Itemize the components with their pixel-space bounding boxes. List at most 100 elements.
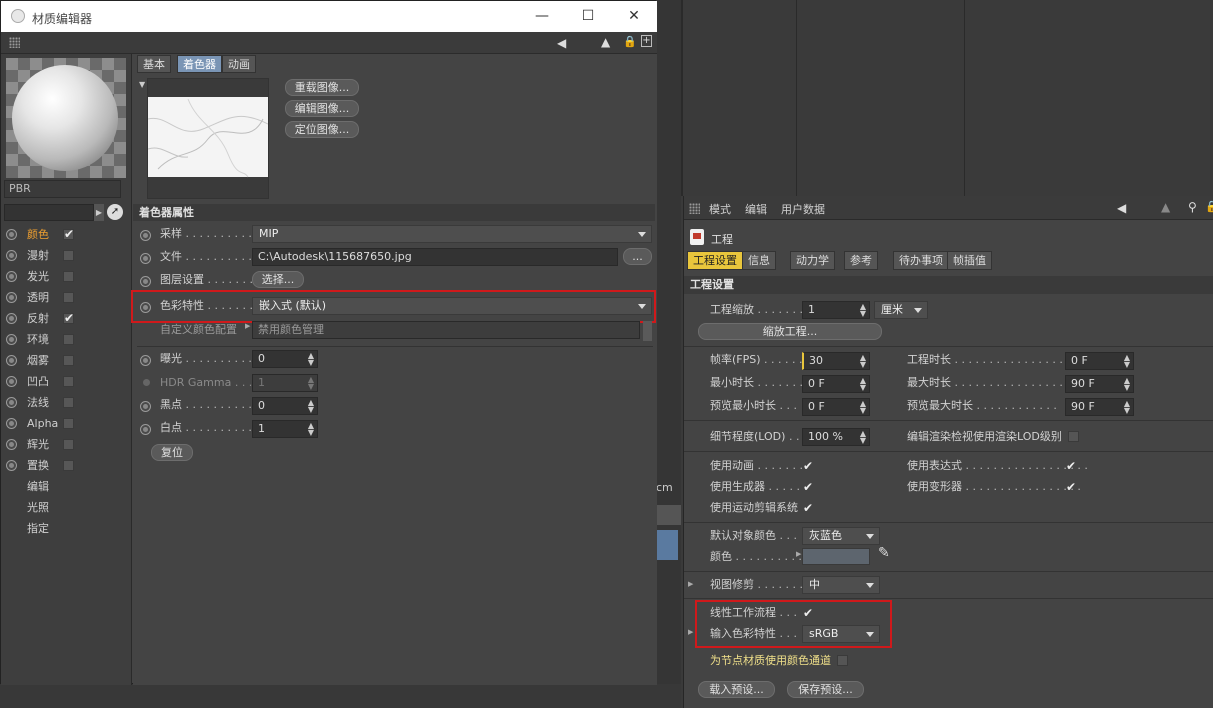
node-material-checkbox[interactable] [837, 655, 848, 666]
channel-item[interactable]: 置换 [1, 455, 132, 476]
file-radio[interactable] [140, 253, 151, 264]
use-gen-checkbox[interactable]: ✔ [803, 481, 815, 493]
channel-item[interactable]: 反射 ✔ [1, 308, 132, 329]
back-arrow-icon[interactable]: ◀ [557, 36, 566, 50]
preview-min-field[interactable]: 0 F ▲ ▼ [802, 398, 870, 416]
grip-icon[interactable] [689, 203, 700, 214]
channel-checkbox[interactable] [63, 397, 74, 408]
channel-item[interactable]: 漫射 [1, 245, 132, 266]
edit-image-button[interactable]: 编辑图像... [285, 100, 359, 117]
forward-icon[interactable]: ▲ [1161, 200, 1170, 214]
channel-item[interactable]: 烟雾 [1, 350, 132, 371]
menu-mode[interactable]: 模式 [709, 201, 731, 217]
layer-radio[interactable] [140, 276, 151, 287]
tab-project-settings[interactable]: 工程设置 [687, 251, 743, 270]
tab-todo[interactable]: 待办事项 [893, 251, 949, 270]
locate-image-button[interactable]: 定位图像... [285, 121, 359, 138]
material-name-field[interactable]: PBR [4, 180, 121, 198]
time-field[interactable]: 0 F ▲ ▼ [1065, 352, 1134, 370]
channel-radio[interactable] [6, 292, 17, 303]
channel-item[interactable]: 发光 [1, 266, 132, 287]
channel-radio[interactable] [6, 460, 17, 471]
white-point-radio[interactable] [140, 424, 151, 435]
hdr-radio[interactable] [143, 379, 150, 386]
expand-arrow-icon[interactable]: ▶ [688, 580, 693, 588]
channel-radio[interactable] [6, 439, 17, 450]
file-path-field[interactable]: C:\Autodesk\115687650.jpg [252, 248, 618, 266]
sampling-radio[interactable] [140, 230, 151, 241]
tab-frame-interp[interactable]: 帧插值 [947, 251, 992, 270]
file-browse-button[interactable]: ... [623, 248, 652, 265]
pick-cursor-icon[interactable]: ➚ [107, 204, 123, 220]
channel-checkbox[interactable] [63, 376, 74, 387]
lock-icon[interactable]: 🔒 [1205, 200, 1213, 213]
color-swatch[interactable] [802, 548, 870, 565]
channel-radio[interactable] [6, 313, 17, 324]
use-anim-checkbox[interactable]: ✔ [803, 460, 815, 472]
scale-field[interactable]: 1 ▲ ▼ [802, 301, 870, 319]
eyedropper-icon[interactable]: ✎ [878, 545, 890, 561]
exposure-field[interactable]: 0 ▲ ▼ [252, 350, 318, 368]
channel-item[interactable]: 光照 [1, 497, 132, 518]
min-time-field[interactable]: 0 F ▲ ▼ [802, 375, 870, 393]
tab-animation[interactable]: 动画 [222, 55, 256, 73]
expand-arrow-icon[interactable]: ▶ [688, 628, 693, 636]
channel-checkbox[interactable] [63, 439, 74, 450]
channel-checkbox[interactable] [63, 355, 74, 366]
expand-arrow-icon[interactable]: ▶ [796, 550, 801, 558]
tab-info[interactable]: 信息 [742, 251, 776, 270]
reload-image-button[interactable]: 重载图像... [285, 79, 359, 96]
channel-checkbox[interactable] [63, 271, 74, 282]
channel-item[interactable]: 辉光 [1, 434, 132, 455]
search-icon[interactable]: ⚲ [1188, 200, 1197, 214]
channel-item[interactable]: 透明 [1, 287, 132, 308]
use-expr-checkbox[interactable]: ✔ [1066, 460, 1078, 472]
channel-radio[interactable] [6, 397, 17, 408]
fps-field[interactable]: 30 ▲ ▼ [802, 352, 870, 370]
viewport-field[interactable] [656, 505, 681, 525]
reset-button[interactable]: 复位 [151, 444, 193, 461]
back-arrow-icon[interactable]: ◀ [1117, 201, 1126, 215]
black-point-radio[interactable] [140, 401, 151, 412]
maximize-button[interactable]: ☐ [565, 1, 611, 32]
view-clip-dropdown[interactable]: 中 [802, 576, 880, 594]
channel-item[interactable]: 指定 [1, 518, 132, 539]
channel-item[interactable]: 凹凸 [1, 371, 132, 392]
sampling-dropdown[interactable]: MIP [252, 225, 652, 243]
channel-checkbox[interactable]: ✔ [63, 228, 74, 240]
search-field[interactable] [4, 204, 94, 221]
channel-checkbox[interactable] [63, 334, 74, 345]
channel-checkbox[interactable]: ✔ [63, 312, 74, 324]
expand-arrow-icon[interactable]: ▶ [245, 322, 250, 330]
channel-radio[interactable] [6, 355, 17, 366]
white-point-field[interactable]: 1 ▲ ▼ [252, 420, 318, 438]
menu-user-data[interactable]: 用户数据 [781, 201, 825, 217]
scale-unit-dropdown[interactable]: 厘米 [874, 301, 928, 319]
channel-radio[interactable] [6, 334, 17, 345]
channel-radio[interactable] [6, 376, 17, 387]
tab-shader[interactable]: 着色器 [177, 55, 222, 73]
channel-item[interactable]: 颜色 ✔ [1, 224, 132, 245]
title-bar[interactable]: 材质编辑器 — ☐ ✕ [1, 1, 657, 32]
channel-item[interactable]: Alpha [1, 413, 132, 434]
channel-radio[interactable] [6, 229, 17, 240]
channel-item[interactable]: 环境 [1, 329, 132, 350]
cursor-icon[interactable]: ▲ [601, 35, 610, 49]
tab-dynamics[interactable]: 动力学 [790, 251, 835, 270]
scroll-handle[interactable] [643, 321, 652, 341]
material-preview[interactable] [6, 58, 126, 178]
exposure-radio[interactable] [140, 355, 151, 366]
channel-checkbox[interactable] [63, 418, 74, 429]
channel-item[interactable]: 编辑 [1, 476, 132, 497]
menu-edit[interactable]: 编辑 [745, 201, 767, 217]
channel-radio[interactable] [6, 271, 17, 282]
collapse-arrow-icon[interactable]: ▼ [139, 80, 145, 89]
save-preset-button[interactable]: 保存预设... [787, 681, 864, 698]
tab-reference[interactable]: 参考 [844, 251, 878, 270]
max-time-field[interactable]: 90 F ▲ ▼ [1065, 375, 1134, 393]
default-color-dropdown[interactable]: 灰蓝色 [802, 527, 880, 545]
minimize-button[interactable]: — [519, 1, 565, 32]
film-icon[interactable] [656, 530, 678, 560]
scale-project-button[interactable]: 缩放工程... [698, 323, 882, 340]
lod-render-checkbox[interactable] [1068, 431, 1079, 442]
